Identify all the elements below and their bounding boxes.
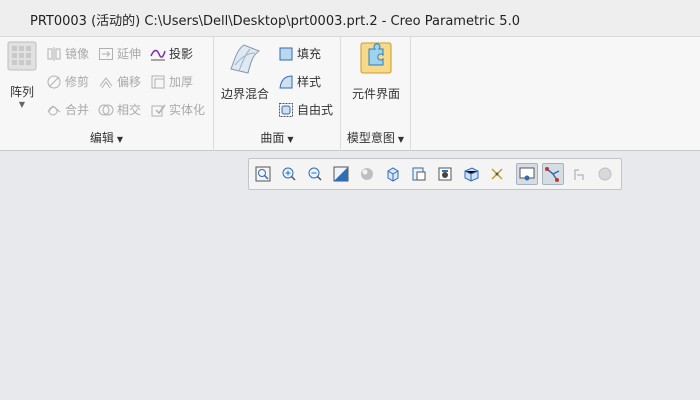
extend-icon bbox=[98, 46, 114, 62]
style-button[interactable]: 样式 bbox=[278, 73, 321, 90]
intersect-label: 相交 bbox=[117, 103, 142, 117]
extend-button[interactable]: 延伸 bbox=[98, 45, 141, 62]
ribbon: 阵列 ▼ 镜像 延伸 投影 修剪 偏移 加厚 合并 相交 实体化 编辑 ▼ 边界… bbox=[0, 37, 700, 151]
merge-button[interactable]: 合并 bbox=[46, 101, 89, 118]
solidify-icon bbox=[150, 102, 166, 118]
boundary-blend-button[interactable]: 边界混合 bbox=[218, 41, 272, 102]
thicken-icon bbox=[150, 74, 166, 90]
window-title: PRT0003 (活动的) C:\Users\Dell\Desktop\prt0… bbox=[30, 14, 520, 29]
pattern-label: 阵列 bbox=[9, 85, 34, 99]
spin-center-icon[interactable] bbox=[516, 163, 538, 185]
repaint-icon[interactable] bbox=[330, 163, 352, 185]
component-interface-icon bbox=[359, 41, 393, 75]
edit-group: 阵列 ▼ 镜像 延伸 投影 修剪 偏移 加厚 合并 相交 实体化 编辑 ▼ bbox=[0, 37, 214, 151]
offset-button[interactable]: 偏移 bbox=[98, 73, 141, 90]
thicken-button[interactable]: 加厚 bbox=[150, 73, 193, 90]
plane-display-icon[interactable] bbox=[568, 163, 590, 185]
offset-label: 偏移 bbox=[117, 75, 142, 89]
component-interface-label: 元件界面 bbox=[351, 87, 400, 101]
solidify-button[interactable]: 实体化 bbox=[150, 101, 205, 118]
thicken-label: 加厚 bbox=[169, 75, 194, 89]
project-button[interactable]: 投影 bbox=[150, 45, 193, 62]
model-intent-group: 元件界面 模型意图 ▼ bbox=[341, 37, 411, 151]
zoom-out-icon[interactable] bbox=[304, 163, 326, 185]
solidify-label: 实体化 bbox=[169, 103, 206, 117]
project-label: 投影 bbox=[169, 47, 194, 61]
annotation-display-icon[interactable] bbox=[542, 163, 564, 185]
named-views-icon[interactable] bbox=[408, 163, 430, 185]
pattern-dropdown-icon[interactable]: ▼ bbox=[4, 100, 40, 109]
surface-group: 边界混合 填充 样式 自由式 曲面 ▼ bbox=[214, 37, 341, 151]
saved-orientations-icon[interactable] bbox=[382, 163, 404, 185]
model-intent-group-label[interactable]: 模型意图 ▼ bbox=[341, 129, 410, 146]
appearance-icon[interactable] bbox=[594, 163, 616, 185]
fill-label: 填充 bbox=[297, 47, 322, 61]
view-toolbar bbox=[248, 158, 622, 190]
mirror-icon bbox=[46, 46, 62, 62]
edit-group-label[interactable]: 编辑 ▼ bbox=[0, 129, 213, 146]
project-icon bbox=[150, 46, 166, 62]
title-bar: PRT0003 (活动的) C:\Users\Dell\Desktop\prt0… bbox=[0, 0, 700, 37]
trim-label: 修剪 bbox=[65, 75, 90, 89]
fill-icon bbox=[278, 46, 294, 62]
extend-label: 延伸 bbox=[117, 47, 142, 61]
style-label: 样式 bbox=[297, 75, 322, 89]
mirror-button[interactable]: 镜像 bbox=[46, 45, 89, 62]
boundary-blend-label: 边界混合 bbox=[220, 87, 269, 101]
freestyle-icon bbox=[278, 102, 294, 118]
view-manager-icon[interactable] bbox=[434, 163, 456, 185]
component-interface-button[interactable]: 元件界面 bbox=[345, 41, 407, 102]
pattern-button[interactable]: 阵列 ▼ bbox=[4, 41, 40, 109]
style-icon bbox=[278, 74, 294, 90]
intersect-icon bbox=[98, 102, 114, 118]
mirror-label: 镜像 bbox=[65, 47, 90, 61]
surface-group-dropdown-icon: ▼ bbox=[287, 135, 294, 144]
offset-icon bbox=[98, 74, 114, 90]
model-intent-group-dropdown-icon: ▼ bbox=[397, 135, 405, 144]
display-style-icon[interactable] bbox=[356, 163, 378, 185]
zoom-in-icon[interactable] bbox=[278, 163, 300, 185]
pattern-icon bbox=[7, 41, 37, 71]
edit-group-dropdown-icon: ▼ bbox=[116, 135, 124, 144]
trim-icon bbox=[46, 74, 62, 90]
trim-button[interactable]: 修剪 bbox=[46, 73, 89, 90]
merge-icon bbox=[46, 102, 62, 118]
refit-icon[interactable] bbox=[252, 163, 274, 185]
merge-label: 合并 bbox=[65, 103, 90, 117]
surface-group-label[interactable]: 曲面 ▼ bbox=[214, 129, 340, 146]
datum-display-icon[interactable] bbox=[486, 163, 508, 185]
fill-button[interactable]: 填充 bbox=[278, 45, 321, 62]
intersect-button[interactable]: 相交 bbox=[98, 101, 141, 118]
freestyle-button[interactable]: 自由式 bbox=[278, 101, 333, 118]
boundary-blend-icon bbox=[228, 41, 262, 75]
perspective-icon[interactable] bbox=[460, 163, 482, 185]
freestyle-label: 自由式 bbox=[297, 103, 334, 117]
